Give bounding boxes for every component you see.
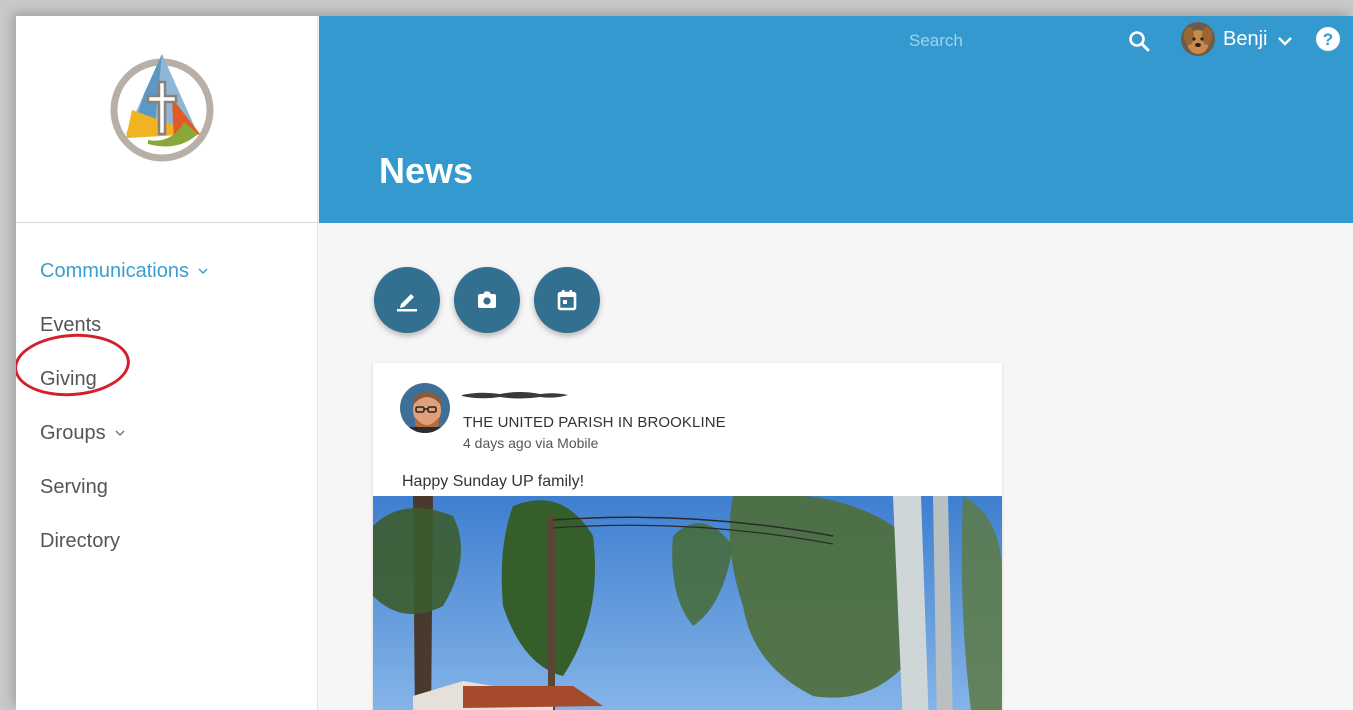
organization-name[interactable]: THE UNITED PARISH IN BROOKLINE [463,414,726,431]
author-avatar[interactable] [400,383,450,433]
chevron-down-icon [115,430,125,437]
redacted-author-name [462,392,568,399]
sidebar-nav: Communications Events Giving Groups Serv… [40,244,209,568]
sidebar-item-label: Giving [40,367,97,390]
chevron-down-icon[interactable] [1277,35,1293,47]
sidebar-item-communications[interactable]: Communications [40,244,209,298]
sidebar-item-label: Communications [40,259,189,282]
sidebar-item-label: Serving [40,475,108,498]
user-avatar-icon [1181,22,1215,56]
news-post-card: THE UNITED PARISH IN BROOKLINE 4 days ag… [373,363,1002,710]
post-text: Happy Sunday UP family! [402,473,585,490]
search-icon[interactable] [1127,29,1151,53]
post-timestamp: 4 days ago via Mobile [463,435,599,451]
logo-area[interactable] [16,16,318,223]
event-post-button[interactable] [534,267,600,333]
author-avatar-icon [400,383,450,433]
user-name[interactable]: Benji [1223,28,1267,51]
sidebar-item-label: Directory [40,529,121,552]
sidebar-item-label: Events [40,313,102,336]
svg-text:?: ? [1323,30,1333,49]
page-title: News [379,150,474,191]
help-icon[interactable]: ? [1315,26,1341,52]
sidebar-item-directory[interactable]: Directory [40,514,209,568]
avatar[interactable] [1181,22,1215,56]
pencil-icon [397,294,417,312]
new-post-button[interactable] [374,267,440,333]
photo-post-button[interactable] [454,267,520,333]
calendar-icon [557,290,577,311]
search-input[interactable] [909,28,1099,54]
sidebar-item-events[interactable]: Events [40,298,209,352]
sidebar-item-serving[interactable]: Serving [40,460,209,514]
sidebar-item-groups[interactable]: Groups [40,406,209,460]
sidebar-item-giving[interactable]: Giving [40,352,209,406]
post-photo[interactable] [373,496,1002,710]
church-logo-icon [110,54,214,162]
sidebar: Communications Events Giving Groups Serv… [16,16,318,710]
camera-icon [478,291,496,308]
page-header: Benji ? News [319,16,1353,223]
app-window: Communications Events Giving Groups Serv… [16,16,1353,710]
chevron-down-icon [198,268,208,275]
sidebar-item-label: Groups [40,421,106,444]
